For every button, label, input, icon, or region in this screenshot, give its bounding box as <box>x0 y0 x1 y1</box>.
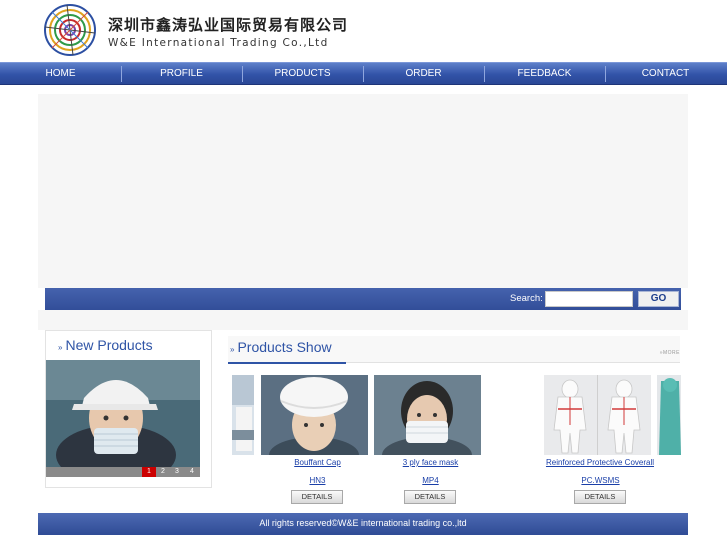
footer: All rights reserved©W&E international tr… <box>38 513 688 535</box>
product-name-link[interactable]: Reinforced Protective Coverall <box>530 458 670 467</box>
products-show-heading: » Products Show <box>230 339 332 355</box>
page-button-3[interactable]: 3 <box>170 467 184 477</box>
nav-profile[interactable]: PROFILE <box>121 63 242 85</box>
company-name-cn: 深圳市鑫涛弘业国际贸易有限公司 <box>108 16 349 34</box>
products-show-header: » Products Show »MORE <box>228 336 680 364</box>
product-code-link[interactable]: MP4 <box>374 476 487 485</box>
search-label: Search: <box>510 293 543 304</box>
details-button[interactable]: DETAILS <box>291 490 343 504</box>
product-thumbnail-coverall[interactable] <box>544 375 651 455</box>
double-arrow-icon: » <box>230 345 235 354</box>
search-go-button[interactable]: GO <box>638 291 679 307</box>
page-button-2[interactable]: 2 <box>156 467 170 477</box>
company-name-en: W&E International Trading Co.,Ltd <box>108 37 329 49</box>
search-bar: Search: GO <box>45 288 681 310</box>
new-products-title: New Products <box>65 337 153 353</box>
more-link[interactable]: »MORE <box>660 350 680 356</box>
product-thumbnail-partial[interactable] <box>232 375 254 455</box>
new-products-panel: » New Products 1 2 3 4 <box>45 330 212 488</box>
page-button-4[interactable]: 4 <box>185 467 199 477</box>
nav-products[interactable]: PRODUCTS <box>242 63 363 85</box>
product-name-link[interactable]: 3 ply face mask <box>374 458 487 467</box>
product-name-link[interactable]: Bouffant Cap <box>261 458 374 467</box>
banner-area <box>38 94 688 288</box>
heading-underline <box>228 362 346 364</box>
page-button-1[interactable]: 1 <box>142 467 156 477</box>
company-logo[interactable] <box>41 2 99 58</box>
product-thumbnail-bouffant-cap[interactable] <box>261 375 368 455</box>
product-code-link[interactable]: PC.WSMS <box>544 476 657 485</box>
product-code-link[interactable]: HN3 <box>261 476 374 485</box>
more-link-label: MORE <box>663 350 680 356</box>
double-arrow-icon: » <box>58 343 63 352</box>
slide-pager: 1 2 3 4 <box>46 467 200 477</box>
nav-feedback[interactable]: FEEDBACK <box>484 63 605 85</box>
nav-order[interactable]: ORDER <box>363 63 484 85</box>
products-show-title: Products Show <box>237 339 332 355</box>
new-product-photo[interactable] <box>46 360 200 477</box>
main-nav: HOME PROFILE PRODUCTS ORDER FEEDBACK CON… <box>0 62 727 85</box>
nav-contact[interactable]: CONTACT <box>605 63 726 85</box>
product-thumbnail-face-mask[interactable] <box>374 375 481 455</box>
details-button[interactable]: DETAILS <box>404 490 456 504</box>
product-thumbnail-partial[interactable] <box>657 375 681 455</box>
content-background <box>38 310 688 330</box>
nav-home[interactable]: HOME <box>0 63 121 85</box>
header: 深圳市鑫涛弘业国际贸易有限公司 W&E International Tradin… <box>38 0 347 60</box>
new-products-heading: » New Products <box>58 337 153 353</box>
search-input[interactable] <box>545 291 633 307</box>
details-button[interactable]: DETAILS <box>574 490 626 504</box>
